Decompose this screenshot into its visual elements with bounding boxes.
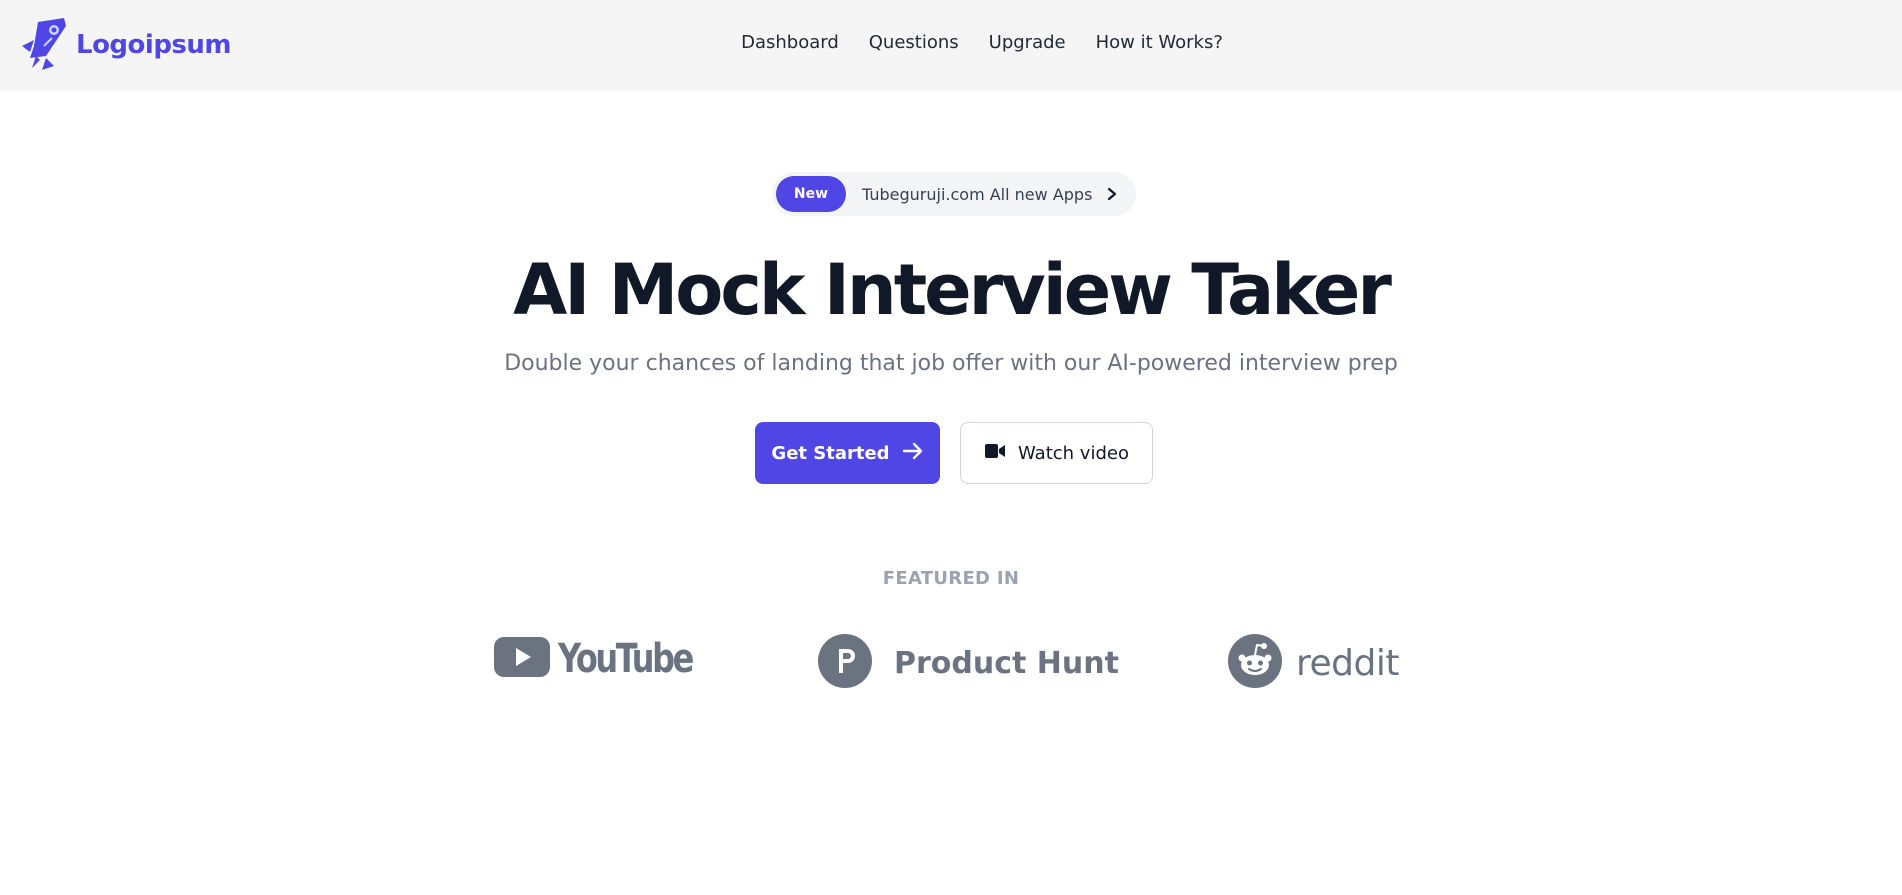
get-started-button[interactable]: Get Started <box>755 422 940 484</box>
reddit-brand: reddit <box>1228 634 1399 692</box>
product-hunt-icon <box>818 634 872 692</box>
nav-dashboard[interactable]: Dashboard <box>741 30 839 56</box>
new-badge: New <box>776 176 846 212</box>
product-hunt-brand: Product Hunt <box>818 634 1119 692</box>
top-navbar: Logoipsum Dashboard Questions Upgrade Ho… <box>0 0 1902 91</box>
featured-in-label: FEATURED IN <box>882 568 1020 589</box>
watch-video-label: Watch video <box>1018 442 1129 464</box>
chevron-right-icon <box>1106 187 1118 201</box>
announcement-banner[interactable]: New Tubeguruji.com All new Apps <box>772 172 1136 216</box>
get-started-label: Get Started <box>771 442 890 464</box>
arrow-right-icon <box>902 441 924 466</box>
product-hunt-wordmark: Product Hunt <box>894 645 1119 681</box>
nav-how-it-works[interactable]: How it Works? <box>1096 30 1223 56</box>
announcement-text: Tubeguruji.com All new Apps <box>862 184 1093 204</box>
youtube-wordmark: YouTube <box>558 636 694 682</box>
video-camera-icon <box>984 442 1006 465</box>
watch-video-button[interactable]: Watch video <box>960 422 1153 484</box>
youtube-brand: YouTube <box>494 636 725 682</box>
reddit-icon <box>1228 634 1282 692</box>
nav-upgrade[interactable]: Upgrade <box>989 30 1066 56</box>
youtube-icon <box>494 637 550 681</box>
nav-questions[interactable]: Questions <box>869 30 959 56</box>
reddit-wordmark: reddit <box>1296 642 1399 684</box>
main-nav: Dashboard Questions Upgrade How it Works… <box>0 30 1902 56</box>
hero-subtitle: Double your chances of landing that job … <box>504 351 1398 376</box>
hero-title: AI Mock Interview Taker <box>513 249 1392 331</box>
